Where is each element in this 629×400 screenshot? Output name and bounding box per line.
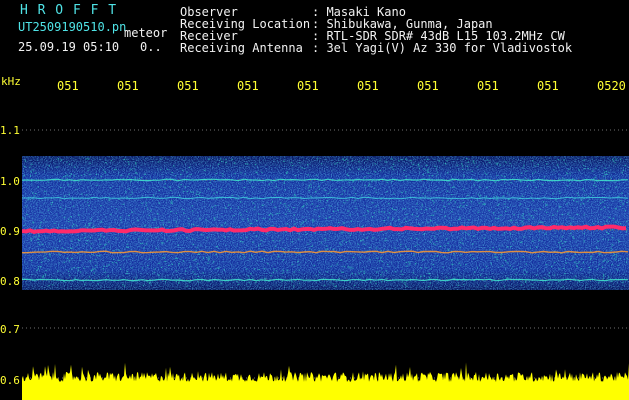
spectrogram <box>22 98 629 400</box>
x-tick-label: 051 <box>537 79 559 93</box>
x-tick-label: 051 <box>117 79 139 93</box>
y-tick-label: 0.6 <box>0 374 20 387</box>
hrofft-display: { "header": { "app_title": "H R O F F T"… <box>0 0 629 400</box>
datetime-label: 25.09.19 05:10 <box>18 40 120 54</box>
file-name: UT2509190510.pn <box>18 20 127 34</box>
x-tick-label: 0520 <box>597 79 626 93</box>
y-tick-label: 0.7 <box>0 323 20 336</box>
y-axis-unit: kHz <box>1 75 21 88</box>
x-tick-label: 051 <box>417 79 439 93</box>
noise-texture <box>22 156 629 290</box>
x-tick-label: 051 <box>177 79 199 93</box>
meteor-count: 0.. <box>140 40 162 54</box>
x-tick-label: 051 <box>477 79 499 93</box>
y-tick-label: 0.8 <box>0 275 20 288</box>
x-tick-label: 051 <box>237 79 259 93</box>
y-tick-label: 1.1 <box>0 124 20 137</box>
meteor-label: meteor <box>124 26 168 40</box>
y-tick-label: 1.0 <box>0 175 20 188</box>
antenna-label: Receiving Antenna <box>180 41 303 55</box>
y-tick-label: 0.9 <box>0 225 20 238</box>
x-tick-label: 051 <box>57 79 79 93</box>
x-tick-label: 051 <box>357 79 379 93</box>
antenna-value: : 3el Yagi(V) Az 330 for Vladivostok <box>312 41 573 55</box>
app-title: H R O F F T <box>20 3 118 18</box>
x-tick-label: 051 <box>297 79 319 93</box>
